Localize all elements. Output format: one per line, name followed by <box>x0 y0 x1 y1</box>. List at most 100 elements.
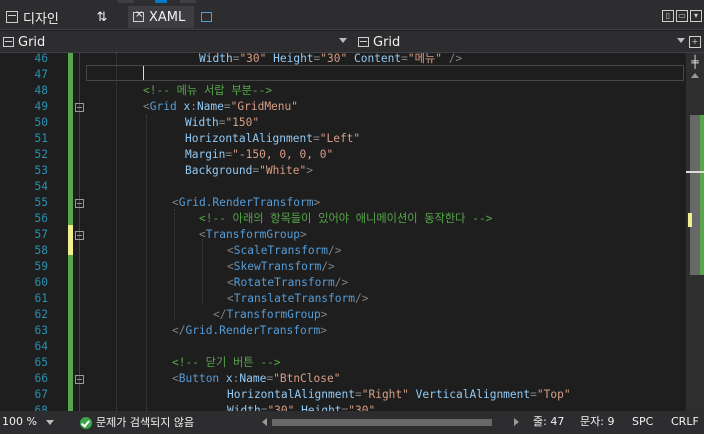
code-token: = <box>312 132 320 145</box>
line-ending-indicator[interactable]: CRLF <box>671 411 699 434</box>
swap-panes-button[interactable]: ⇅ <box>90 6 114 28</box>
code-token: TransformGroup <box>226 308 321 321</box>
code-token: Height <box>294 404 342 411</box>
code-token: < <box>227 244 234 257</box>
code-line[interactable]: 62 </TransformGroup> <box>0 307 686 323</box>
code-token: Content <box>347 53 402 65</box>
code-line[interactable]: 67 HorizontalAlignment="Right" VerticalAl… <box>0 387 686 403</box>
code-token: </ <box>213 308 227 321</box>
code-line[interactable]: 61 <TranslateTransform/> <box>0 291 686 307</box>
char-indicator[interactable]: 문자: 9 <box>580 411 614 434</box>
tab-xaml[interactable]: XAML <box>128 6 194 28</box>
scroll-up-icon[interactable] <box>691 73 699 78</box>
right-scope-dropdown[interactable]: Grid <box>355 33 687 51</box>
code-line[interactable]: 55 <Grid.RenderTransform> <box>0 195 686 211</box>
code-token: > <box>313 196 321 209</box>
code-token: < <box>227 260 234 273</box>
grid-element-icon <box>3 37 14 47</box>
line-number: 66 <box>34 372 48 385</box>
vertical-scroll-thumb[interactable] <box>690 115 700 275</box>
code-text: <ScaleTransform/> <box>227 243 342 259</box>
collapse-region-icon[interactable] <box>75 103 84 112</box>
left-scope-dropdown[interactable]: Grid <box>0 33 349 51</box>
popout-xaml-button[interactable] <box>198 6 214 28</box>
code-text: <!-- 아래의 항목들이 있어야 애니메이션이 동작한다 --> <box>199 211 492 227</box>
code-text: <Grid.RenderTransform> <box>172 195 320 211</box>
zoom-dropdown[interactable]: 100 % <box>2 411 37 434</box>
tab-xaml-label: XAML <box>149 9 186 25</box>
view-switch-bar: 디자인 ⇅ XAML ▯ ▭ ▾ <box>0 4 704 30</box>
code-line[interactable]: 58 <ScaleTransform/> <box>0 243 686 259</box>
code-line[interactable]: 63 </Grid.RenderTransform> <box>0 323 686 339</box>
grid-element-icon <box>358 37 369 47</box>
horizontal-scrollbar[interactable] <box>262 417 519 428</box>
line-number: 50 <box>34 116 48 129</box>
line-number: 58 <box>34 244 48 257</box>
code-token: < <box>143 100 150 113</box>
scrollbar-unsaved-marker <box>688 213 692 227</box>
collapse-region-icon[interactable] <box>75 199 84 208</box>
code-token: <!-- 닫기 버튼 --> <box>172 356 281 369</box>
code-token: HorizontalAlignment <box>227 388 355 401</box>
chevron-down-icon <box>339 38 347 43</box>
chevron-down-icon[interactable] <box>46 420 54 425</box>
code-line[interactable]: 49 <Grid x:Name="GridMenu" <box>0 99 686 115</box>
code-token: ScaleTransform <box>233 244 329 257</box>
line-number: 61 <box>34 292 48 305</box>
code-token: Grid.RenderTransform <box>178 196 314 209</box>
code-token: Width <box>185 116 219 129</box>
code-token: < <box>227 276 234 289</box>
code-token: </ <box>172 324 186 337</box>
code-token: > <box>320 324 327 337</box>
tab-design[interactable]: 디자인 <box>2 6 80 28</box>
code-token: < <box>199 228 206 241</box>
code-editor[interactable]: 46 Width="30" Height="30" Content="메뉴" />… <box>0 53 686 411</box>
scroll-right-icon[interactable] <box>514 418 519 426</box>
code-text: <!-- 닫기 버튼 --> <box>172 355 281 371</box>
code-token: "BtnClose" <box>273 372 341 385</box>
code-line[interactable]: 68 Width="30" Height="30" <box>0 403 686 411</box>
line-number: 63 <box>34 324 48 337</box>
code-line[interactable]: 53 Background="White"> <box>0 163 686 179</box>
scroll-left-icon[interactable] <box>262 418 267 426</box>
collapse-region-icon[interactable] <box>75 231 84 240</box>
code-line[interactable]: 50 Width="150" <box>0 115 686 131</box>
code-line[interactable]: 46 Width="30" Height="30" Content="메뉴" /> <box>0 53 686 67</box>
code-line[interactable]: 64 <box>0 339 686 355</box>
collapse-pane-icon[interactable]: ▾ <box>690 10 702 22</box>
issues-indicator[interactable]: 문제가 검색되지 않음 <box>80 411 194 434</box>
code-text: <!-- 메뉴 서랍 부분--> <box>143 83 272 99</box>
collapse-region-icon[interactable] <box>75 375 84 384</box>
scrollbar-change-marker <box>700 115 704 275</box>
horizontal-split-icon[interactable]: ▭ <box>676 10 688 22</box>
code-line[interactable]: 56 <!-- 아래의 항목들이 있어야 애니메이션이 동작한다 --> <box>0 211 686 227</box>
code-line[interactable]: 66 <Button x:Name="BtnClose" <box>0 371 686 387</box>
vertical-split-icon[interactable]: ▯ <box>662 10 674 22</box>
code-token: "White" <box>259 164 307 177</box>
popout-icon <box>200 12 212 22</box>
spacing-indicator[interactable]: SPC <box>632 411 653 434</box>
code-line[interactable]: 65 <!-- 닫기 버튼 --> <box>0 355 686 371</box>
code-text: HorizontalAlignment="Left" <box>185 131 360 147</box>
code-line[interactable]: 60 <RotateTransform/> <box>0 275 686 291</box>
code-line[interactable]: 51 HorizontalAlignment="Left" <box>0 131 686 147</box>
code-line[interactable]: 48 <!-- 메뉴 서랍 부분--> <box>0 83 686 99</box>
horizontal-scroll-thumb[interactable] <box>272 419 492 426</box>
split-window-icon[interactable]: ╪ <box>688 55 702 69</box>
line-number: 65 <box>34 356 48 369</box>
line-indicator[interactable]: 줄: 47 <box>533 411 564 434</box>
expand-nav-icon[interactable]: + <box>689 36 701 48</box>
code-token: > <box>300 228 307 241</box>
code-line[interactable]: 47 <box>0 67 686 83</box>
code-token: "150" <box>225 116 260 129</box>
code-line[interactable]: 54 <box>0 179 686 195</box>
code-line[interactable]: 57 <TransformGroup> <box>0 227 686 243</box>
check-circle-icon <box>80 416 92 429</box>
code-token: "30" <box>348 404 376 411</box>
code-token: <!-- 메뉴 서랍 부분--> <box>143 84 273 97</box>
code-line[interactable]: 59 <SkewTransform/> <box>0 259 686 275</box>
code-line[interactable]: 52 Margin="-150, 0, 0, 0" <box>0 147 686 163</box>
code-token: "30" <box>267 404 295 411</box>
code-text: Width="150" <box>185 115 259 131</box>
vertical-scrollbar[interactable]: ╪ <box>686 53 704 411</box>
